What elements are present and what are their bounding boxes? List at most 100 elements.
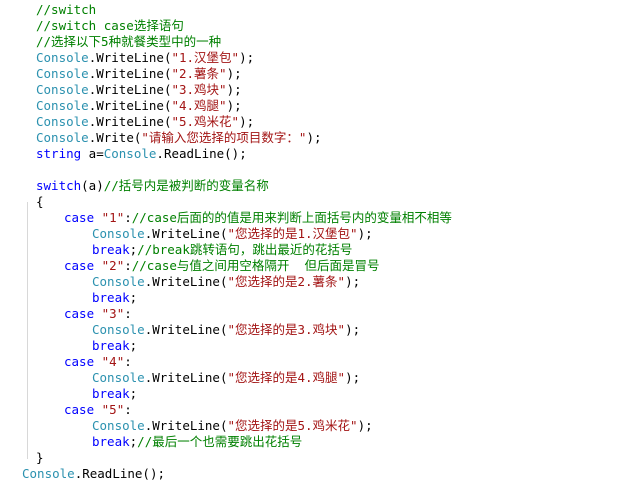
code-line: break; bbox=[0, 338, 620, 354]
code-line: } bbox=[0, 450, 620, 466]
string-token: "3.鸡块" bbox=[171, 82, 227, 97]
keyword-token: case bbox=[64, 210, 95, 225]
code-token: (a) bbox=[81, 178, 104, 193]
type-token: Console bbox=[36, 130, 89, 145]
code-line: Console.Write("请输入您选择的项目数字："); bbox=[0, 130, 620, 146]
code-line: break; bbox=[0, 290, 620, 306]
code-token: .WriteLine( bbox=[88, 50, 172, 65]
code-line: Console.ReadLine(); bbox=[0, 466, 620, 482]
code-token: ); bbox=[345, 322, 361, 337]
code-token: .ReadLine(); bbox=[156, 146, 247, 161]
code-token: .WriteLine( bbox=[144, 370, 228, 385]
string-token: "4.鸡腿" bbox=[171, 98, 227, 113]
code-token: : bbox=[124, 210, 132, 225]
string-token: "1" bbox=[101, 210, 125, 225]
code-line: Console.WriteLine("您选择的是5.鸡米花"); bbox=[0, 418, 620, 434]
code-line: { bbox=[0, 194, 620, 210]
string-token: "您选择的是1.汉堡包" bbox=[227, 226, 358, 241]
code-token: a= bbox=[81, 146, 104, 161]
code-token: } bbox=[36, 450, 44, 465]
code-token: : bbox=[124, 258, 132, 273]
code-token: ); bbox=[226, 82, 242, 97]
string-token: "4" bbox=[101, 354, 125, 369]
code-line: case "5": bbox=[0, 402, 620, 418]
code-token: ); bbox=[357, 418, 373, 433]
code-line: Console.WriteLine("您选择的是3.鸡块"); bbox=[0, 322, 620, 338]
code-line: Console.WriteLine("您选择的是1.汉堡包"); bbox=[0, 226, 620, 242]
string-token: "您选择的是5.鸡米花" bbox=[227, 418, 358, 433]
type-token: Console bbox=[36, 98, 89, 113]
code-token: ); bbox=[345, 274, 361, 289]
type-token: Console bbox=[36, 50, 89, 65]
code-token: ; bbox=[129, 338, 138, 353]
code-token: ; bbox=[129, 386, 138, 401]
comment-token: //break跳转语句，跳出最近的花括号 bbox=[137, 242, 353, 257]
comment-token: //switch bbox=[36, 2, 97, 17]
code-token: .Write( bbox=[88, 130, 142, 145]
keyword-token: case bbox=[64, 402, 95, 417]
string-token: "5" bbox=[101, 402, 125, 417]
keyword-token: break bbox=[92, 386, 130, 401]
type-token: Console bbox=[36, 114, 89, 129]
string-token: "请输入您选择的项目数字：" bbox=[141, 130, 307, 145]
code-line: Console.WriteLine("4.鸡腿"); bbox=[0, 98, 620, 114]
type-token: Console bbox=[22, 466, 75, 481]
comment-token: //最后一个也需要跳出花括号 bbox=[137, 434, 303, 449]
string-token: "5.鸡米花" bbox=[171, 114, 240, 129]
code-token: .ReadLine(); bbox=[74, 466, 165, 481]
code-line: Console.WriteLine("3.鸡块"); bbox=[0, 82, 620, 98]
keyword-token: break bbox=[92, 242, 130, 257]
code-token: .WriteLine( bbox=[88, 114, 172, 129]
code-line: Console.WriteLine("1.汉堡包"); bbox=[0, 50, 620, 66]
keyword-token: case bbox=[64, 306, 95, 321]
code-line: //选择以下5种就餐类型中的一种 bbox=[0, 34, 620, 50]
code-token: { bbox=[36, 194, 44, 209]
code-line: string a=Console.ReadLine(); bbox=[0, 146, 620, 162]
code-token: .WriteLine( bbox=[88, 66, 172, 81]
type-token: Console bbox=[92, 274, 145, 289]
code-token: .WriteLine( bbox=[144, 226, 228, 241]
string-token: "您选择的是4.鸡腿" bbox=[227, 370, 346, 385]
keyword-token: string bbox=[36, 146, 82, 161]
code-token: ); bbox=[239, 114, 255, 129]
code-line: case "3": bbox=[0, 306, 620, 322]
code-line: //switch case选择语句 bbox=[0, 18, 620, 34]
code-token: ); bbox=[345, 370, 361, 385]
code-token: .WriteLine( bbox=[144, 322, 228, 337]
code-line: switch(a)//括号内是被判断的变量名称 bbox=[0, 178, 620, 194]
string-token: "您选择的是3.鸡块" bbox=[227, 322, 346, 337]
code-line: case "2"://case与值之间用空格隔开 但后面是冒号 bbox=[0, 258, 620, 274]
type-token: Console bbox=[36, 82, 89, 97]
type-token: Console bbox=[92, 322, 145, 337]
keyword-token: break bbox=[92, 338, 130, 353]
type-token: Console bbox=[103, 146, 157, 161]
code-line: break;//最后一个也需要跳出花括号 bbox=[0, 434, 620, 450]
string-token: "2" bbox=[101, 258, 125, 273]
code-line: case "4": bbox=[0, 354, 620, 370]
string-token: "3" bbox=[101, 306, 125, 321]
comment-token: //case与值之间用空格隔开 但后面是冒号 bbox=[131, 258, 380, 273]
code-token: .WriteLine( bbox=[144, 274, 228, 289]
code-token: .WriteLine( bbox=[88, 82, 172, 97]
type-token: Console bbox=[92, 418, 145, 433]
type-token: Console bbox=[92, 370, 145, 385]
code-token: ); bbox=[306, 130, 322, 145]
string-token: "您选择的是2.薯条" bbox=[227, 274, 346, 289]
code-token: ); bbox=[226, 98, 242, 113]
code-line: Console.WriteLine("您选择的是4.鸡腿"); bbox=[0, 370, 620, 386]
code-token: ; bbox=[129, 290, 138, 305]
keyword-token: switch bbox=[36, 178, 82, 193]
keyword-token: case bbox=[64, 258, 95, 273]
code-line: break; bbox=[0, 386, 620, 402]
code-line: break;//break跳转语句，跳出最近的花括号 bbox=[0, 242, 620, 258]
code-editor[interactable]: //switch//switch case选择语句//选择以下5种就餐类型中的一… bbox=[0, 0, 620, 493]
code-token: : bbox=[124, 354, 132, 369]
keyword-token: break bbox=[92, 290, 130, 305]
comment-token: //switch case选择语句 bbox=[36, 18, 184, 33]
string-token: "1.汉堡包" bbox=[171, 50, 240, 65]
code-token: ); bbox=[239, 50, 255, 65]
